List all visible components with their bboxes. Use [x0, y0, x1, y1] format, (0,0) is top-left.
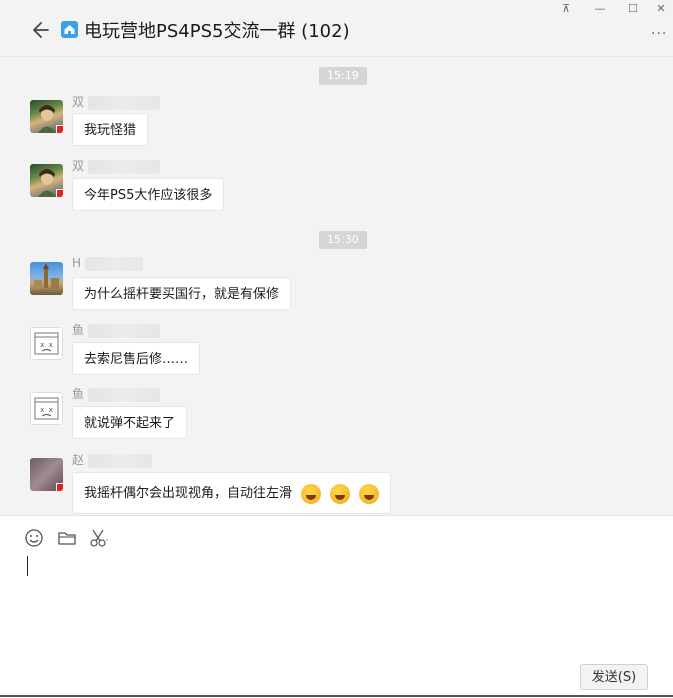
folder-icon[interactable]	[57, 528, 77, 548]
message-text: 我摇杆偶尔会出现视角，自动往左滑	[84, 486, 293, 501]
minimize-icon[interactable]: —	[592, 2, 608, 15]
message-bubble[interactable]: 今年PS5大作应该很多	[72, 178, 225, 211]
message-bubble[interactable]: 去索尼售后修……	[72, 342, 201, 375]
timestamp: 15:19	[319, 67, 367, 85]
sender-name: 鱼	[72, 385, 161, 402]
broken-image-avatar[interactable]: x x	[30, 327, 63, 360]
timestamp: 15:30	[319, 231, 367, 249]
scissors-icon[interactable]	[89, 528, 109, 548]
svg-text:x x: x x	[40, 341, 53, 349]
laughing-tears-emoji-icon	[301, 483, 322, 504]
message-bubble[interactable]: 我玩怪猎	[72, 113, 149, 146]
message-bubble[interactable]: 就说弹不起来了	[72, 406, 188, 439]
maximize-icon[interactable]: ☐	[625, 2, 641, 15]
avatar[interactable]	[30, 262, 63, 295]
laughing-tears-emoji-icon	[330, 483, 351, 504]
close-icon[interactable]: ✕	[653, 2, 669, 15]
message-bubble[interactable]: 我摇杆偶尔会出现视角，自动往左滑	[72, 472, 392, 514]
send-button[interactable]: 发送(S)	[580, 664, 648, 690]
more-options-icon[interactable]: ···	[651, 26, 667, 42]
title-bar: ⊼ — ☐ ✕ 电玩营地PS4PS5交流一群 (102) ···	[0, 0, 673, 57]
avatar[interactable]	[30, 458, 63, 491]
sender-name: 双	[72, 93, 161, 110]
broken-image-avatar[interactable]: x x	[30, 392, 63, 425]
back-arrow-icon[interactable]	[30, 19, 52, 41]
sender-name: 双	[72, 157, 161, 174]
chat-title: 电玩营地PS4PS5交流一群 (102)	[84, 21, 350, 42]
avatar[interactable]	[30, 164, 63, 197]
emoji-icon[interactable]	[24, 528, 44, 548]
sender-name: 鱼	[72, 321, 161, 338]
message-composer[interactable]: 发送(S)	[0, 515, 673, 698]
message-list[interactable]: 15:19 双 我玩怪猎 双 今年PS5大作应该很多 15:30 H 为什么摇杆…	[0, 57, 673, 515]
sender-name: 赵	[72, 451, 153, 468]
sender-name: H	[72, 256, 144, 271]
svg-text:x x: x x	[40, 406, 53, 414]
pin-icon[interactable]: ⊼	[558, 2, 574, 15]
laughing-tears-emoji-icon	[359, 483, 380, 504]
text-cursor[interactable]	[27, 556, 28, 576]
message-bubble[interactable]: 为什么摇杆要买国行，就是有保修	[72, 277, 292, 310]
group-home-icon	[61, 21, 78, 38]
avatar[interactable]	[30, 100, 63, 133]
